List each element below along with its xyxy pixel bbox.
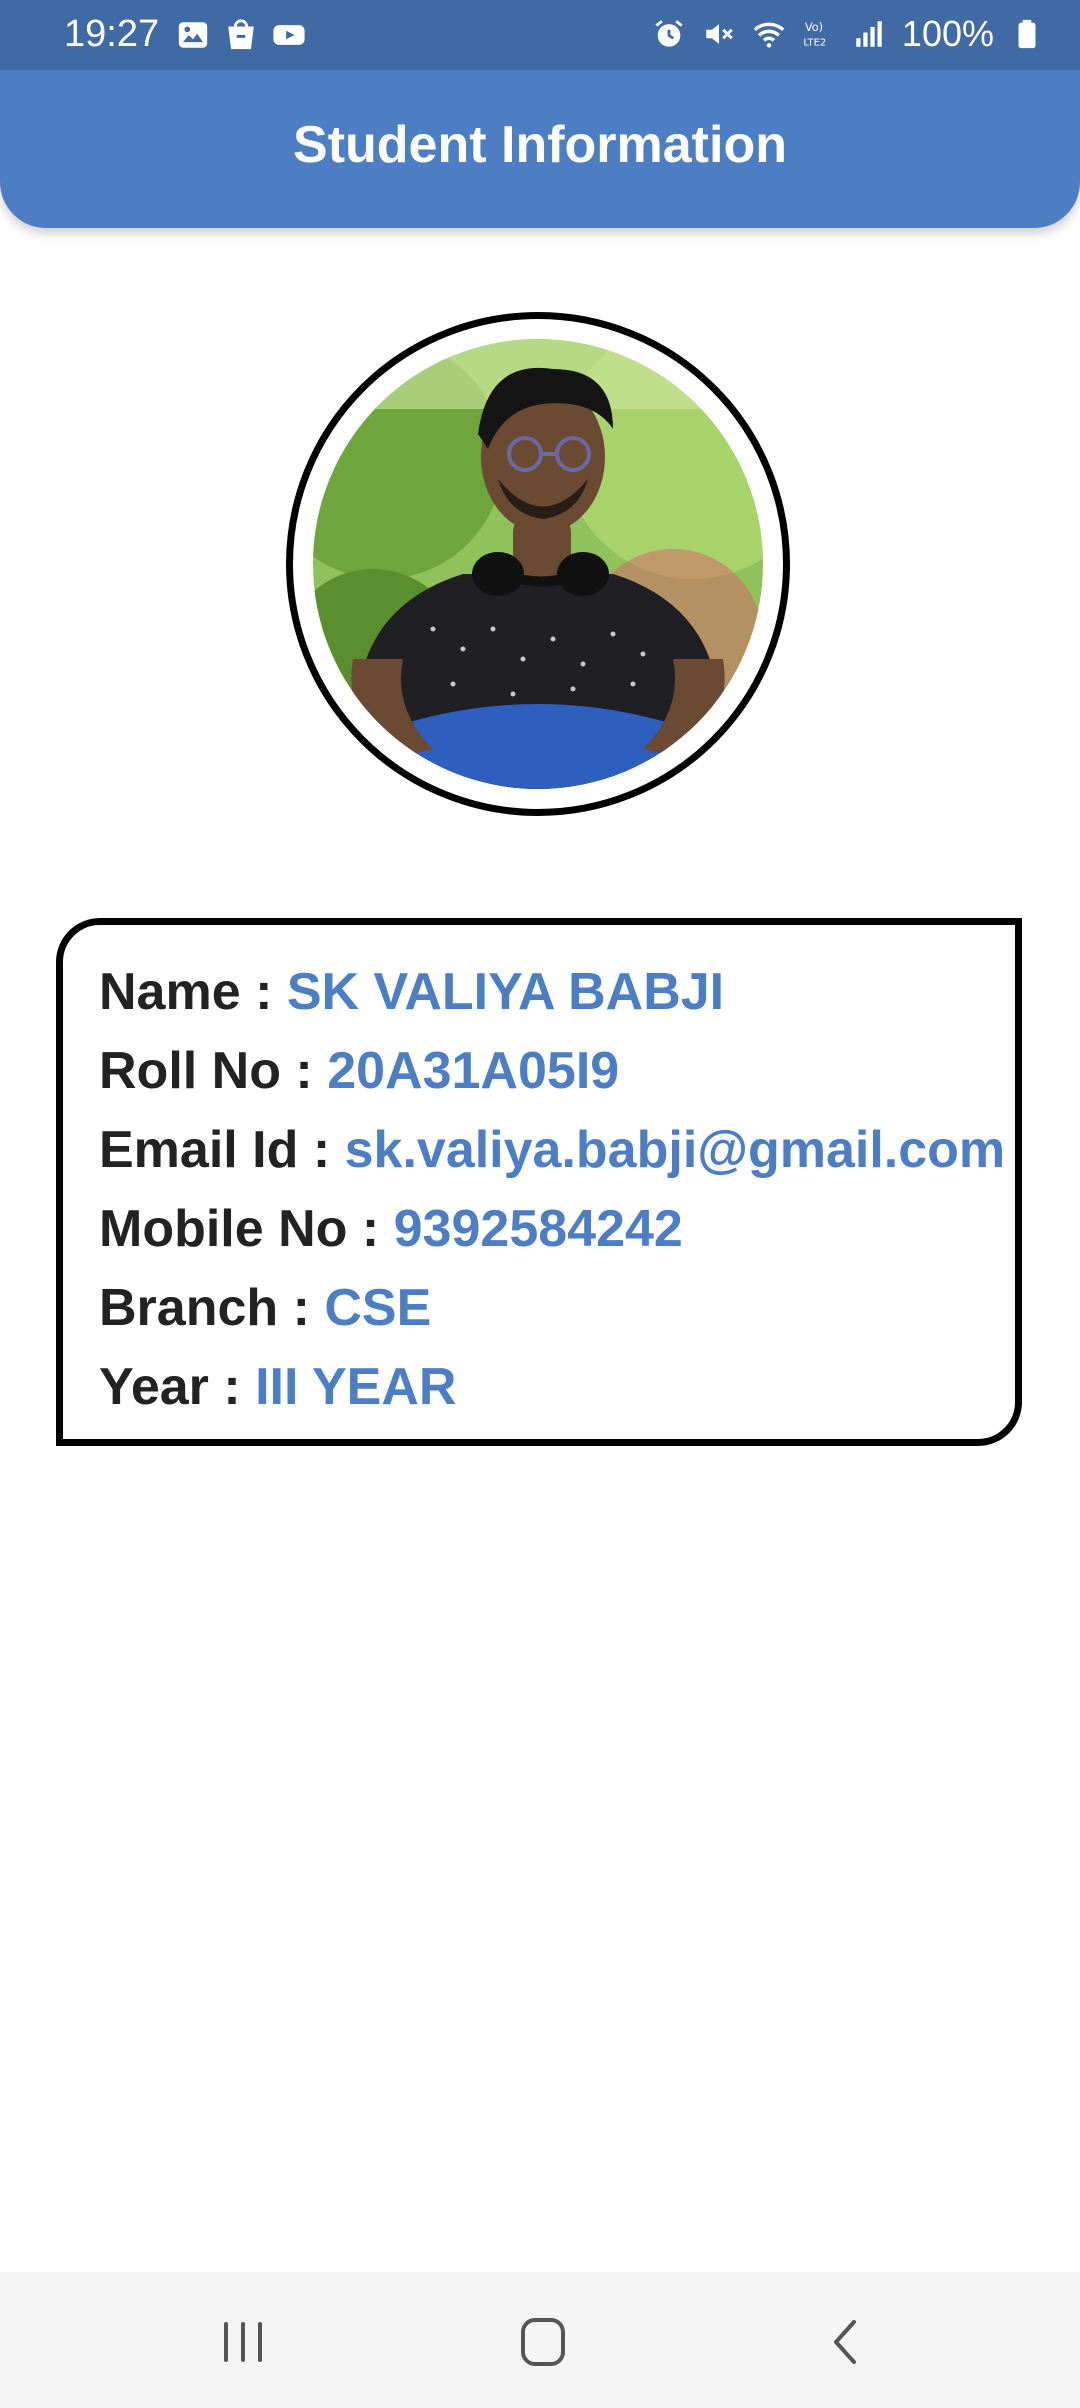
year-row: Year : III YEAR (99, 1356, 1015, 1435)
svg-text:Vo): Vo) (805, 20, 823, 34)
status-time: 19:27 (64, 13, 160, 55)
status-right: Vo) LTE2 100% (652, 12, 1044, 56)
youtube-icon (272, 18, 306, 52)
recent-apps-button[interactable] (208, 2312, 278, 2372)
back-icon (834, 2320, 856, 2364)
home-icon (521, 2318, 565, 2366)
status-left-icons (176, 18, 306, 52)
status-bar: 19:27 Vo) LTE2 100% (0, 0, 1080, 70)
svg-text:LTE2: LTE2 (803, 37, 826, 48)
battery-percent: 100% (901, 13, 994, 54)
name-row: Name : SK VALIYA BABJI (99, 961, 1015, 1040)
branch-value: CSE (324, 1279, 432, 1337)
student-info-card: Name : SK VALIYA BABJI Roll No : 20A31A0… (56, 918, 1022, 1446)
wifi-icon (752, 17, 786, 51)
battery-icon (1010, 17, 1044, 51)
recent-apps-icon (224, 2322, 262, 2362)
mobile-value: 9392584242 (393, 1200, 683, 1258)
info-list: Name : SK VALIYA BABJI Roll No : 20A31A0… (99, 961, 1015, 1435)
name-label: Name : (99, 963, 287, 1021)
branch-row: Branch : CSE (99, 1277, 1015, 1356)
name-value: SK VALIYA BABJI (286, 963, 725, 1021)
branch-label: Branch : (99, 1279, 325, 1337)
navigation-bar (0, 2272, 1080, 2408)
roll-no-row: Roll No : 20A31A05I9 (99, 1040, 1015, 1119)
mobile-label: Mobile No : (99, 1200, 394, 1258)
email-value: sk.valiya.babji@gmail.com (344, 1121, 1006, 1179)
alarm-icon (652, 17, 686, 51)
year-label: Year : (99, 1358, 256, 1416)
mobile-row: Mobile No : 9392584242 (99, 1198, 1015, 1277)
store-icon (224, 18, 258, 52)
avatar (313, 339, 763, 789)
page-title: Student Information (293, 116, 787, 174)
home-button[interactable] (508, 2312, 578, 2372)
email-row: Email Id : sk.valiya.babji@gmail.com (99, 1119, 1015, 1198)
avatar-frame (286, 312, 790, 816)
volte-lte2-icon: Vo) LTE2 (802, 17, 836, 51)
roll-no-label: Roll No : (99, 1042, 328, 1100)
email-label: Email Id : (99, 1121, 345, 1179)
back-button[interactable] (812, 2312, 882, 2372)
year-value: III YEAR (255, 1358, 457, 1416)
gallery-icon (176, 18, 210, 52)
app-bar: Student Information (0, 70, 1080, 228)
signal-icon (852, 17, 886, 51)
mute-icon (702, 17, 736, 51)
roll-no-value: 20A31A05I9 (327, 1042, 620, 1100)
